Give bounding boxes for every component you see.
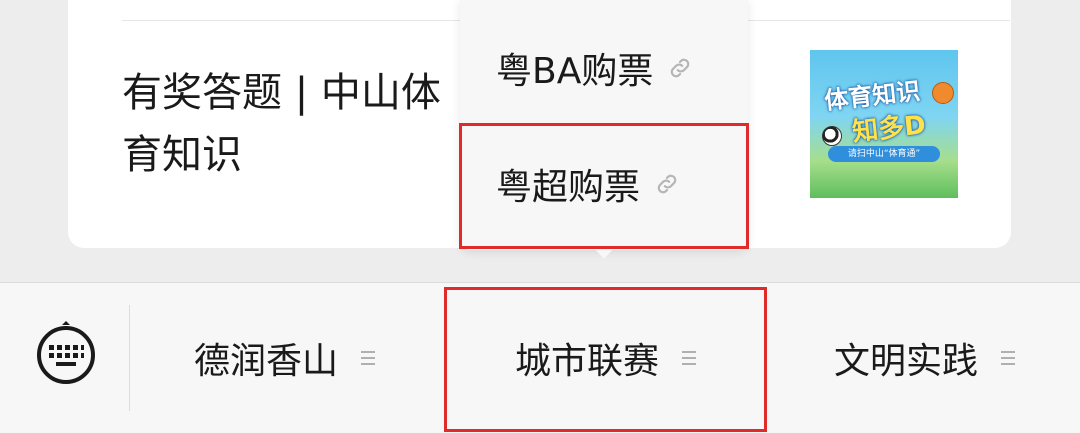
article-title[interactable]: 有奖答题 | 中山体育知识 测测你了解多少? <box>122 62 462 186</box>
submenu-item-label: 粤BA购票 <box>496 51 654 92</box>
popup-pointer <box>593 247 615 259</box>
tab-civilization-practice[interactable]: 文明实践 <box>770 283 1080 433</box>
basketball-icon <box>932 82 954 104</box>
menu-lines-icon <box>1000 349 1016 367</box>
link-icon <box>667 55 693 81</box>
bottom-menu-bar: 德润香山 城市联赛 文明实践 <box>0 282 1080 433</box>
submenu-item-yue-ba-tickets[interactable]: 粤BA购票 <box>460 8 748 128</box>
tab-city-league[interactable]: 城市联赛 <box>445 283 767 433</box>
tab-label: 文明实践 <box>833 341 978 382</box>
tab-label: 德润香山 <box>193 341 338 382</box>
article-thumbnail[interactable]: 体育知识 知多D 请扫中山“体育通” <box>810 50 958 198</box>
thumbnail-caption: 请扫中山“体育通” <box>828 146 940 162</box>
soccer-ball-icon <box>822 126 842 146</box>
menu-lines-icon <box>360 349 376 367</box>
link-icon <box>654 171 680 197</box>
keyboard-icon <box>37 321 95 384</box>
thumbnail-text-line2: 知多D <box>850 110 928 148</box>
submenu-item-yue-chao-tickets[interactable]: 粤超购票 <box>460 124 748 244</box>
keyboard-toggle-button[interactable] <box>30 317 102 389</box>
submenu-popup: 粤BA购票 粤超购票 <box>460 0 748 250</box>
tab-derun-xiangshan[interactable]: 德润香山 <box>130 283 440 433</box>
tab-label: 城市联赛 <box>514 341 659 382</box>
submenu-item-label: 粤超购票 <box>496 167 641 208</box>
menu-lines-icon <box>681 349 697 367</box>
